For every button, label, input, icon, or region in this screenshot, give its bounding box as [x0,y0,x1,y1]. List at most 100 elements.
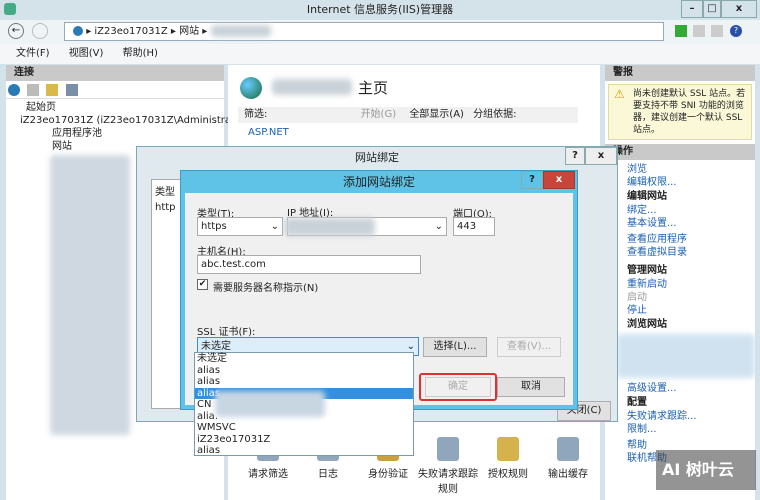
view-cert-button[interactable]: 查看(V)... [497,337,561,357]
dialog-title: 添加网站绑定 [342,175,415,189]
show-all-button[interactable]: 全部显示(A) [409,109,464,120]
page-title: 主页 [358,79,389,97]
feature-label: 授权规则 [488,469,528,480]
start-button[interactable]: 开始(G) [361,109,397,120]
edit-site-heading: 编辑网站 [627,191,667,202]
blurred-cert-names [215,391,325,417]
cancel-button[interactable]: 取消 [497,377,565,397]
dialog-title: 网站绑定 [355,151,399,164]
select-cert-button[interactable]: 选择(L)... [423,337,487,357]
blurred-ip [285,218,375,236]
help-icon[interactable]: ? [730,25,742,37]
menu-file[interactable]: 文件(F) [16,48,50,59]
cert-option[interactable]: alias [195,445,413,457]
help-button[interactable]: ? [565,147,585,165]
cert-option[interactable]: alias [195,376,413,388]
cert-option[interactable]: alias [195,365,413,377]
menu-bar: 文件(F) 视图(V) 帮助(H) [0,44,760,64]
host-input[interactable]: abc.test.com [197,255,421,274]
ok-button[interactable]: 确定 [425,377,491,397]
save-icon[interactable] [27,84,40,96]
blurred-crumb [210,25,271,37]
feature-output-caching[interactable]: 输出缓存 [538,437,598,495]
feature-label: 失败请求跟踪规则 [418,469,478,495]
action-failed-tracing[interactable]: 失败请求跟踪... [627,410,755,423]
disconnect-icon[interactable] [65,84,78,96]
action-view-vdirs[interactable]: 查看虚拟目录 [627,246,755,259]
chevron-down-icon: ⌄ [270,221,279,232]
action-start[interactable]: 启动 [627,291,755,304]
feature-label: 日志 [318,469,338,480]
warning-icon: ⚠ [614,87,625,101]
port-input[interactable]: 443 [453,217,495,236]
minimize-button[interactable]: – [681,0,703,18]
feature-label: 输出缓存 [548,469,588,480]
actions-header: 操作 [605,144,755,160]
tree-start-page[interactable]: 起始页 [6,101,224,114]
feature-authorization[interactable]: 授权规则 [478,437,538,495]
tree-server[interactable]: iZ23eo17031Z (iZ23eo17031Z\Administrato [6,114,241,127]
breadcrumb-server[interactable]: iZ23eo17031Z [94,26,167,37]
filter-label: 筛选: [244,109,268,120]
group-by-label[interactable]: 分组依据: [473,109,516,120]
close-button[interactable]: x [585,147,617,165]
breadcrumb-sites[interactable]: 网站 [179,26,199,37]
address-bar[interactable]: ▸ iZ23eo17031Z ▸ 网站 ▸ [64,22,664,41]
action-limits[interactable]: 限制... [627,423,755,436]
cert-option[interactable]: WMSVC [195,422,413,434]
actions-panel: 警报 ⚠ 尚未创建默认 SSL 站点。若要支持不带 SNI 功能的浏览器，建议创… [605,65,755,500]
close-button[interactable]: x [543,171,575,189]
cache-icon [557,437,579,461]
feature-failed-request-tracing[interactable]: 失败请求跟踪规则 [418,437,478,495]
ssl-value: 未选定 [201,341,231,352]
home-icon[interactable] [711,25,723,37]
action-basic-settings[interactable]: 基本设置... [627,217,755,230]
action-restart[interactable]: 重新启动 [627,278,755,291]
action-edit-permissions[interactable]: 编辑权限... [627,176,755,189]
action-bindings[interactable]: 绑定... [627,204,755,217]
blurred-browse-links [617,334,755,378]
globe-icon [240,77,262,99]
tree-app-pools[interactable]: 应用程序池 [6,127,224,140]
alerts-header: 警报 [605,65,755,81]
chevron-down-icon: ⌄ [434,221,443,232]
forward-button[interactable] [32,23,48,39]
separator: ▸ [170,26,176,37]
stop-icon[interactable] [693,25,705,37]
sni-checkbox[interactable]: ✔ [197,279,208,290]
blurred-sites [50,155,130,435]
menu-help[interactable]: 帮助(H) [123,48,158,59]
menu-view[interactable]: 视图(V) [69,48,104,59]
connections-header: 连接 [6,65,224,81]
ssl-label: SSL 证书(F): [197,327,256,338]
separator: ▸ [202,26,208,37]
app-icon [4,3,16,15]
browse-site-heading: 浏览网站 [627,319,667,330]
action-advanced-settings[interactable]: 高级设置... [627,382,755,395]
watermark-logo: AI 树叶云 [656,450,756,490]
refresh-icon[interactable] [675,25,687,37]
alert-text: 尚未创建默认 SSL 站点。若要支持不带 SNI 功能的浏览器，建议创建一个默认… [633,89,746,135]
connections-toolbar [6,81,224,99]
connect-icon[interactable] [8,84,20,96]
cert-option[interactable]: iZ23eo17031Z [195,434,413,446]
type-select[interactable]: https ⌄ [197,217,283,236]
help-button[interactable]: ? [521,171,543,189]
cert-option[interactable]: 未选定 [195,353,413,365]
manage-site-heading: 管理网站 [627,265,667,276]
close-button[interactable]: x [721,0,757,18]
back-button[interactable]: ← [8,23,24,39]
feature-label: 身份验证 [368,469,408,480]
alert-box: ⚠ 尚未创建默认 SSL 站点。若要支持不带 SNI 功能的浏览器，建议创建一个… [608,84,752,140]
folder-icon[interactable] [46,84,59,96]
feature-label: 请求筛选 [248,469,288,480]
action-browse[interactable]: 浏览 [627,163,755,176]
action-view-applications[interactable]: 查看应用程序 [627,233,755,246]
title-bar: Internet 信息服务(IIS)管理器 [0,0,760,20]
maximize-button[interactable]: □ [703,0,721,18]
ip-label: IP 地址(I): [287,208,334,219]
separator: ▸ [86,26,92,37]
action-stop[interactable]: 停止 [627,304,755,317]
type-value: https [201,221,227,232]
lock-icon [497,437,519,461]
